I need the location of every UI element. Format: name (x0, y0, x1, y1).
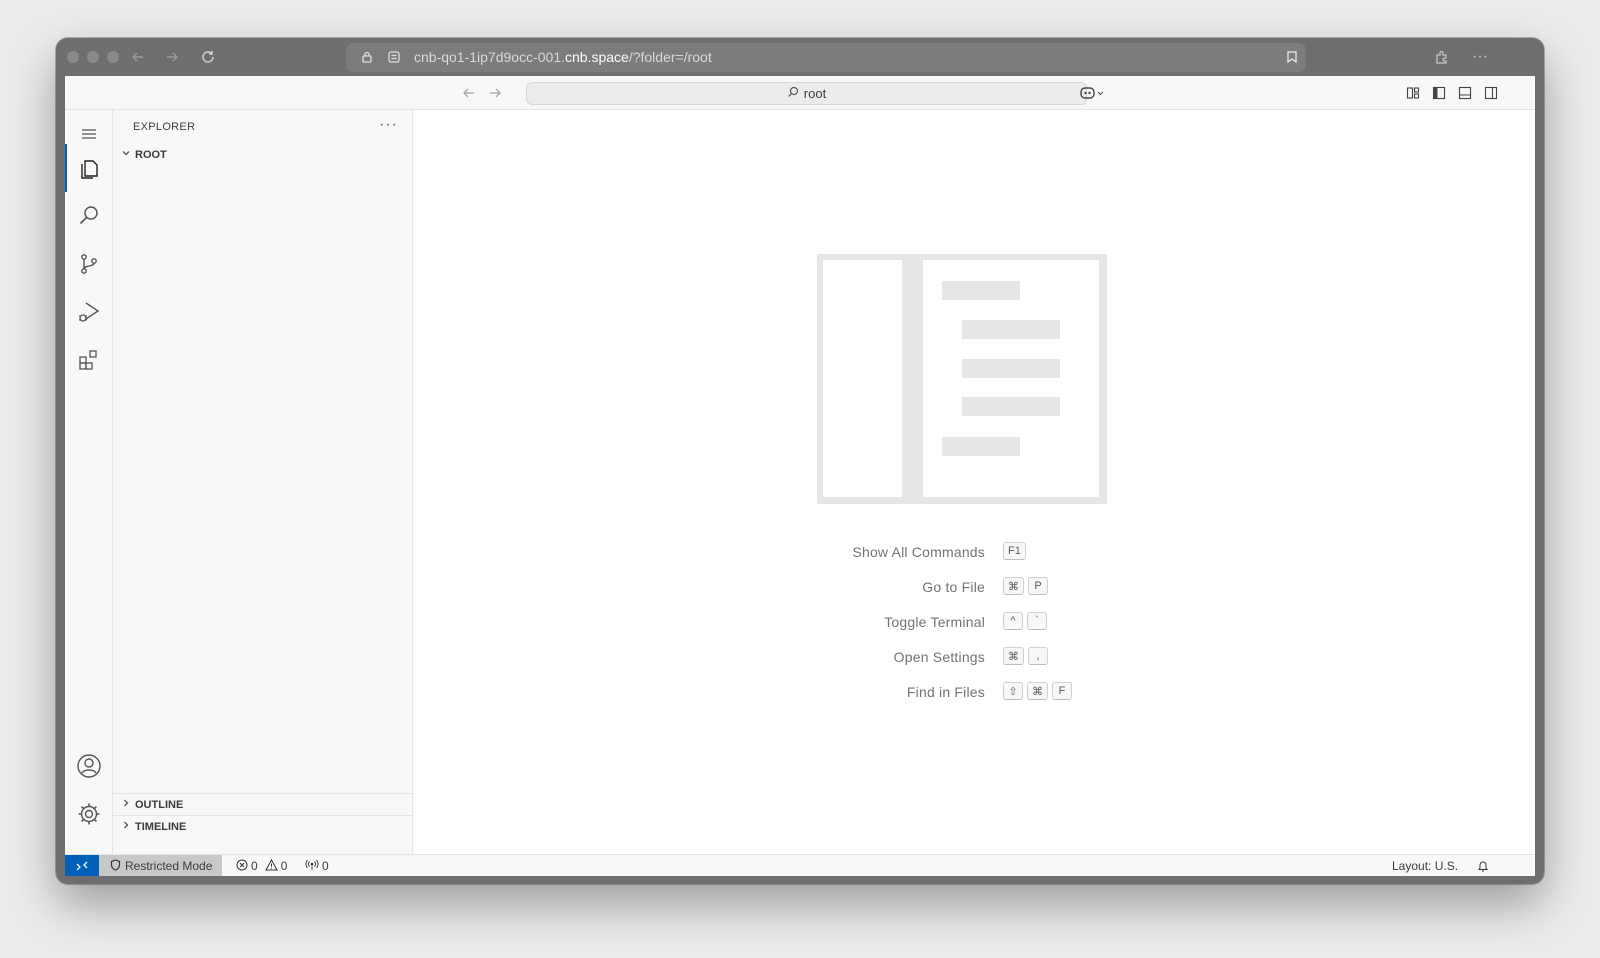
problems-indicator[interactable]: 0 0 (236, 855, 287, 876)
browser-toolbar: cnb-qo1-1ip7d9occ-001.cnb.space/?folder=… (56, 38, 1544, 76)
keybinding: , (1028, 647, 1048, 665)
close-window-button[interactable] (67, 51, 79, 63)
editor-area: Show All Commands F1 Go to File ⌘ P Togg… (413, 110, 1535, 854)
url-text: cnb-qo1-1ip7d9occ-001.cnb.space/?folder=… (414, 49, 712, 65)
keybinding: ⌘ (1003, 647, 1024, 665)
error-count: 0 (251, 859, 258, 873)
chevron-right-icon (119, 820, 133, 833)
url-host: cnb.space (565, 49, 629, 65)
keybinding: F (1052, 682, 1072, 700)
shortcut-label: Go to File (922, 579, 985, 595)
shortcut-find-in-files[interactable]: Find in Files ⇧ ⌘ F (413, 682, 1535, 704)
shortcut-show-all-commands[interactable]: Show All Commands F1 (413, 542, 1535, 564)
explorer-icon[interactable] (65, 144, 113, 192)
vscode-watermark-icon (817, 254, 1107, 504)
reload-icon[interactable] (198, 47, 218, 67)
shortcut-label: Show All Commands (852, 544, 985, 560)
shortcut-label: Find in Files (906, 684, 985, 700)
extensions-icon[interactable] (65, 336, 113, 384)
title-bar: root (65, 76, 1535, 110)
toggle-primary-sidebar-icon[interactable] (1430, 84, 1448, 102)
keybinding: ⌘ (1027, 682, 1048, 700)
url-suffix: /?folder=/root (628, 49, 712, 65)
command-center-label: root (803, 86, 827, 101)
toggle-panel-icon[interactable] (1456, 84, 1474, 102)
explorer-sidebar: EXPLORER ··· ROOT OUTLINE TIMELINE (113, 110, 413, 854)
accounts-icon[interactable] (65, 742, 113, 790)
ports-count: 0 (322, 859, 329, 873)
browser-window: cnb-qo1-1ip7d9occ-001.cnb.space/?folder=… (56, 38, 1544, 884)
keybinding: P (1028, 577, 1048, 595)
forward-arrow-icon[interactable] (162, 47, 182, 67)
reader-icon[interactable] (1282, 47, 1302, 67)
shortcut-label: Open Settings (893, 649, 985, 665)
chevron-right-icon (119, 798, 133, 811)
activity-bar (65, 110, 113, 854)
keybinding: ` (1027, 612, 1047, 630)
outline-section[interactable]: OUTLINE (113, 793, 413, 815)
broadcast-icon (305, 859, 319, 874)
command-center[interactable]: root (526, 82, 1087, 105)
back-arrow-icon[interactable] (128, 47, 148, 67)
outline-label: OUTLINE (135, 798, 184, 811)
more-options-icon[interactable]: ··· (1470, 47, 1490, 67)
source-control-icon[interactable] (65, 240, 113, 288)
toggle-secondary-sidebar-icon[interactable] (1482, 84, 1500, 102)
address-bar[interactable]: cnb-qo1-1ip7d9occ-001.cnb.space/?folder=… (346, 43, 1306, 72)
copilot-icon[interactable] (1077, 84, 1109, 102)
layout-label: Layout: U.S. (1392, 859, 1459, 873)
keybinding: ⌘ (1003, 577, 1024, 595)
vscode-window: root EXPLORER ··· ROOT OUTLINE TIMELINE … (65, 76, 1535, 876)
run-debug-icon[interactable] (65, 288, 113, 336)
keybinding: F1 (1003, 542, 1026, 560)
url-prefix: cnb-qo1-1ip7d9occ-001. (414, 49, 565, 65)
shortcut-toggle-terminal[interactable]: Toggle Terminal ^ ` (413, 612, 1535, 634)
error-icon (236, 859, 248, 874)
warning-count: 0 (280, 859, 288, 873)
chevron-down-icon (119, 148, 133, 161)
site-settings-icon[interactable] (384, 47, 404, 67)
shield-icon (110, 858, 121, 874)
timeline-section[interactable]: TIMELINE (113, 815, 413, 837)
go-back-icon[interactable] (460, 84, 478, 102)
ports-indicator[interactable]: 0 (305, 855, 329, 876)
keybinding: ^ (1003, 612, 1023, 630)
zoom-window-button[interactable] (107, 51, 119, 63)
extensions-puzzle-icon[interactable] (1432, 47, 1452, 67)
more-actions-button[interactable]: ··· (379, 116, 398, 134)
shortcut-label: Toggle Terminal (884, 614, 985, 630)
shortcut-open-settings[interactable]: Open Settings ⌘ , (413, 647, 1535, 669)
manage-gear-icon[interactable] (65, 790, 113, 838)
keyboard-layout[interactable]: Layout: U.S. (1392, 855, 1458, 876)
status-bar: Restricted Mode 0 0 0 Layout: U.S. (65, 854, 1535, 876)
root-folder-label: ROOT (135, 148, 167, 161)
minimize-window-button[interactable] (87, 51, 99, 63)
notifications-bell-icon[interactable] (1477, 855, 1489, 876)
customize-layout-icon[interactable] (1404, 84, 1422, 102)
search-view-icon[interactable] (65, 192, 113, 240)
restricted-mode-label: Restricted Mode (125, 859, 213, 873)
restricted-mode-indicator[interactable]: Restricted Mode (99, 855, 223, 876)
root-folder[interactable]: ROOT (119, 148, 167, 161)
remote-icon[interactable] (65, 855, 99, 876)
keybinding: ⇧ (1003, 682, 1023, 700)
search-icon (787, 86, 799, 101)
go-forward-icon[interactable] (486, 84, 504, 102)
shortcut-go-to-file[interactable]: Go to File ⌘ P (413, 577, 1535, 599)
lock-icon (357, 47, 377, 67)
warning-icon (264, 858, 278, 874)
explorer-title: EXPLORER (133, 121, 196, 133)
timeline-label: TIMELINE (135, 820, 187, 833)
